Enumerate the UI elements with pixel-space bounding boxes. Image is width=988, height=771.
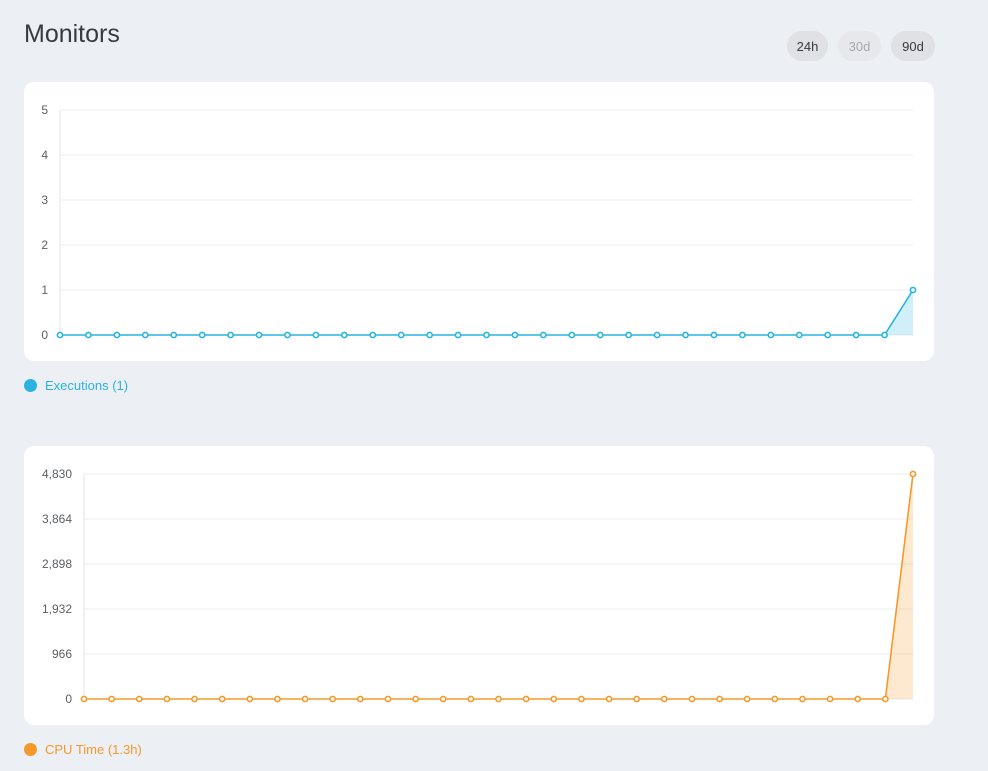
cpu-time-chart-card: 0 966 1,932 2,898 3,864 4,830 (24, 446, 934, 725)
series-area (60, 290, 913, 335)
series-line (60, 289, 914, 336)
y-tick-label: 0 (41, 328, 48, 342)
data-point[interactable] (511, 331, 519, 339)
executions-legend-dot (24, 379, 37, 392)
range-30d-button[interactable]: 30d (838, 31, 881, 61)
data-point[interactable] (329, 695, 337, 703)
data-point[interactable] (56, 331, 64, 339)
data-point[interactable] (653, 331, 661, 339)
data-point[interactable] (356, 695, 364, 703)
data-point[interactable] (80, 695, 88, 703)
data-point[interactable] (284, 331, 291, 339)
data-point[interactable] (113, 331, 121, 339)
data-point[interactable] (795, 331, 803, 339)
data-point[interactable] (426, 331, 434, 339)
data-point[interactable] (688, 695, 696, 703)
data-point[interactable] (218, 695, 226, 703)
data-point[interactable] (135, 695, 143, 703)
y-tick-label: 2,898 (42, 557, 72, 571)
data-point[interactable] (163, 695, 171, 703)
y-tick-label: 1 (41, 283, 48, 297)
data-point[interactable] (483, 331, 490, 339)
data-point[interactable] (854, 695, 862, 703)
data-point[interactable] (522, 695, 530, 703)
data-point[interactable] (312, 331, 320, 339)
data-point[interactable] (467, 695, 475, 703)
data-point[interactable] (578, 695, 585, 703)
data-point[interactable] (198, 331, 206, 339)
data-point[interactable] (191, 695, 198, 703)
data-point[interactable] (384, 695, 392, 703)
executions-legend-label: Executions (1) (45, 378, 129, 393)
data-point[interactable] (85, 331, 92, 339)
y-tick-label: 3 (41, 193, 48, 207)
y-tick-label: 966 (52, 647, 72, 661)
y-tick-label: 0 (65, 692, 72, 706)
series-line (84, 473, 914, 700)
range-90d-button[interactable]: 90d (891, 31, 935, 61)
data-point[interactable] (439, 695, 447, 703)
data-point[interactable] (824, 331, 832, 339)
executions-legend[interactable]: Executions (1) (24, 378, 128, 393)
data-point[interactable] (170, 331, 178, 339)
data-point[interactable] (397, 331, 405, 339)
y-tick-label: 3,864 (42, 512, 72, 526)
executions-chart-card: 0 1 2 3 4 5 (24, 82, 934, 361)
data-point[interactable] (227, 331, 234, 339)
data-point[interactable] (495, 695, 502, 703)
y-tick-label: 5 (41, 103, 48, 117)
data-point[interactable] (605, 695, 613, 703)
executions-chart: 0 1 2 3 4 5 (41, 103, 917, 342)
y-tick-label: 2 (41, 238, 48, 252)
data-point[interactable] (369, 331, 377, 339)
data-point[interactable] (881, 695, 889, 703)
data-point[interactable] (682, 331, 689, 339)
data-point[interactable] (716, 695, 723, 703)
range-24h-button[interactable]: 24h (787, 31, 828, 61)
page-title: Monitors (24, 20, 120, 48)
data-point[interactable] (909, 470, 917, 478)
series-area (84, 474, 913, 699)
cpu-time-legend-dot (24, 743, 37, 756)
data-point[interactable] (246, 695, 254, 703)
data-point[interactable] (710, 331, 718, 339)
data-point[interactable] (596, 331, 604, 339)
data-point[interactable] (799, 695, 806, 703)
data-point[interactable] (771, 695, 779, 703)
y-tick-label: 4 (41, 148, 48, 162)
data-point[interactable] (881, 331, 888, 339)
cpu-time-chart: 0 966 1,932 2,898 3,864 4,830 (42, 467, 917, 706)
data-point[interactable] (767, 331, 775, 339)
data-point[interactable] (739, 331, 746, 339)
data-point[interactable] (743, 695, 751, 703)
data-point[interactable] (909, 286, 917, 294)
data-point[interactable] (141, 331, 149, 339)
y-tick-label: 4,830 (42, 467, 72, 481)
data-point[interactable] (660, 695, 668, 703)
cpu-time-legend-label: CPU Time (1.3h) (45, 742, 142, 757)
y-tick-label: 1,932 (42, 602, 72, 616)
data-point[interactable] (274, 695, 281, 703)
data-point[interactable] (625, 331, 633, 339)
data-point[interactable] (539, 331, 547, 339)
data-point[interactable] (301, 695, 309, 703)
data-point[interactable] (412, 695, 419, 703)
data-point[interactable] (633, 695, 641, 703)
data-point[interactable] (568, 331, 576, 339)
data-point[interactable] (340, 331, 348, 339)
cpu-time-legend[interactable]: CPU Time (1.3h) (24, 742, 142, 757)
data-point[interactable] (550, 695, 558, 703)
time-range-selector: 24h 30d 90d (787, 31, 935, 61)
data-point[interactable] (108, 695, 116, 703)
data-point[interactable] (255, 331, 263, 339)
data-point[interactable] (852, 331, 860, 339)
data-point[interactable] (454, 331, 462, 339)
data-point[interactable] (826, 695, 834, 703)
